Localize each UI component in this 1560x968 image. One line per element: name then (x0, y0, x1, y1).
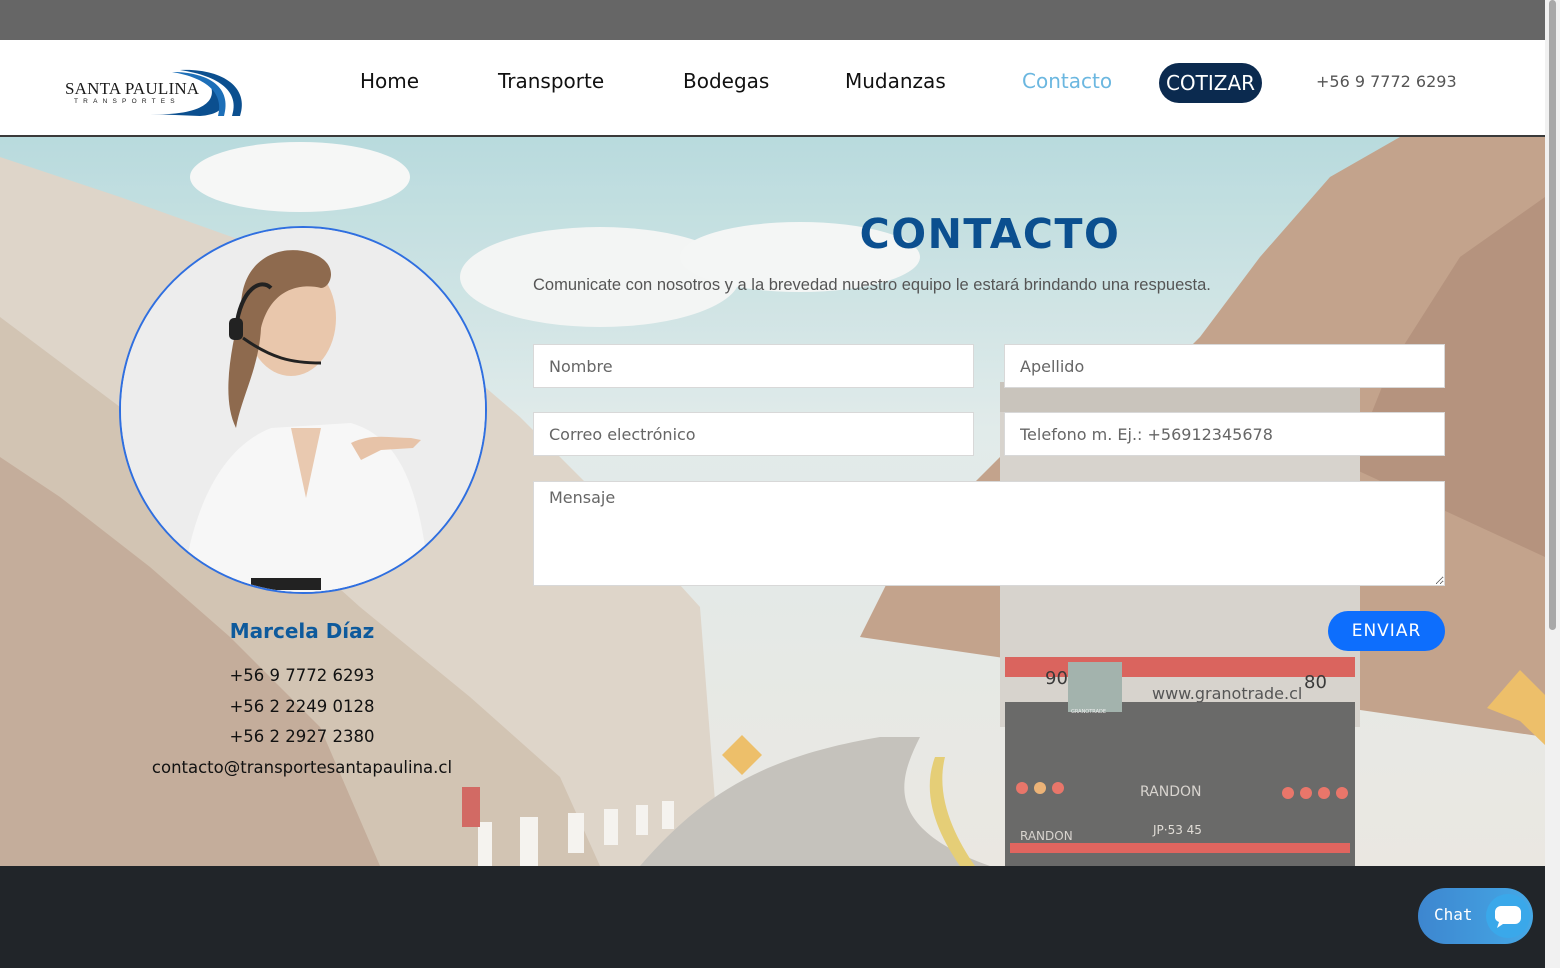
agent-phone-2[interactable]: +56 2 2249 0128 (132, 697, 472, 716)
page-subtitle: Comunicate con nosotros y a la brevedad … (533, 276, 1211, 294)
logo-sub-text: TRANSPORTES (74, 98, 180, 105)
logo-brand-text: SANTA PAULINA (65, 79, 200, 98)
truck-web-text: www.granotrade.cl (1152, 684, 1302, 703)
agent-phone-1[interactable]: +56 9 7772 6293 (132, 666, 472, 685)
site-logo[interactable]: SANTA PAULINA TRANSPORTES (60, 66, 250, 120)
phone-input[interactable] (1004, 412, 1445, 456)
truck-right-number: 80 (1304, 672, 1327, 693)
page-title: CONTACTO (859, 210, 1121, 258)
nav-contacto[interactable]: Contacto (1022, 69, 1112, 93)
last-name-input[interactable] (1004, 344, 1445, 388)
chat-bubble-icon (1486, 894, 1530, 938)
chat-widget-button[interactable]: Chat (1418, 888, 1533, 944)
agent-phone-3[interactable]: +56 2 2927 2380 (132, 727, 472, 746)
truck-left-number: 90 (1045, 668, 1068, 689)
truck-brand-text: RANDON (1140, 784, 1201, 800)
agent-illustration (121, 228, 485, 592)
cotizar-button[interactable]: COTIZAR (1159, 63, 1262, 103)
message-textarea[interactable] (533, 481, 1445, 586)
truck-plate-text: JP·53 45 (1152, 823, 1202, 837)
chat-label: Chat (1434, 905, 1473, 924)
nav-bodegas[interactable]: Bodegas (683, 69, 769, 93)
agent-name: Marcela Díaz (229, 619, 375, 643)
scrollbar-thumb[interactable] (1549, 0, 1556, 630)
submit-button[interactable]: ENVIAR (1328, 611, 1445, 651)
email-input[interactable] (533, 412, 974, 456)
first-name-input[interactable] (533, 344, 974, 388)
nav-transporte[interactable]: Transporte (498, 69, 604, 93)
page-scrollbar[interactable] (1545, 0, 1560, 968)
top-bar (0, 0, 1545, 40)
agent-photo (119, 226, 487, 594)
site-footer (0, 866, 1545, 968)
agent-email[interactable]: contacto@transportesantapaulina.cl (132, 758, 472, 777)
nav-mudanzas[interactable]: Mudanzas (845, 69, 946, 93)
header-phone[interactable]: +56 9 7772 6293 (1316, 72, 1457, 91)
truck-brand-text-small: RANDON (1020, 829, 1073, 843)
truck-logo-caption: GRANOTRADE (1071, 709, 1106, 715)
nav-home[interactable]: Home (360, 69, 419, 93)
site-header: SANTA PAULINA TRANSPORTES Home Transport… (0, 40, 1545, 137)
